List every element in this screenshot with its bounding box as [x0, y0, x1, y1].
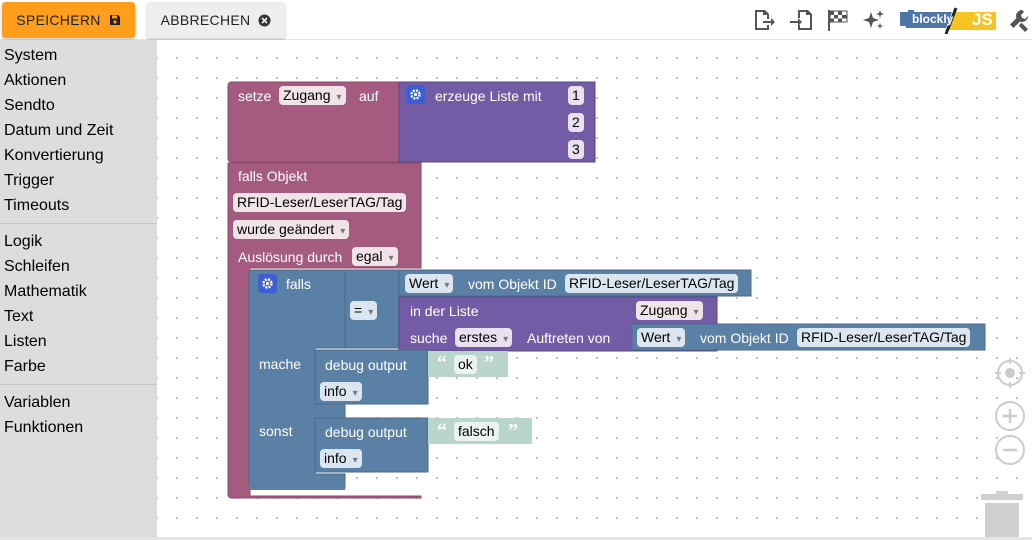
blockly-editor: SPEICHERN ABBRECHEN blockly JS System Ak… — [0, 0, 1032, 540]
variable-dropdown[interactable]: Zugang — [279, 86, 346, 105]
debug-level-dropdown-2[interactable]: info — [320, 449, 362, 468]
else-label: sonst — [259, 423, 293, 439]
list-item-1[interactable]: 1 — [568, 86, 584, 105]
in-list-label: in der Liste — [410, 303, 479, 319]
text-value-falsch[interactable]: falsch — [454, 422, 499, 441]
gear-icon[interactable] — [406, 85, 425, 104]
compare-operator-dropdown[interactable]: = — [350, 301, 378, 320]
close-quote-icon: ” — [508, 420, 518, 442]
attribute-dropdown-2[interactable]: Wert — [637, 328, 686, 347]
trigger-type-label: Auslösung durch — [238, 249, 343, 265]
get-value-label: vom Objekt ID — [468, 276, 557, 292]
get-value-object-id-2[interactable]: RFID-Leser/LeserTAG/Tag — [797, 328, 971, 347]
trigger-object-id[interactable]: RFID-Leser/LeserTAG/Tag — [233, 193, 407, 212]
attribute-dropdown[interactable]: Wert — [405, 274, 454, 293]
list-item-3[interactable]: 3 — [568, 140, 584, 159]
trigger-label: falls Objekt — [238, 168, 308, 184]
target-icon[interactable] — [994, 357, 1026, 389]
set-suffix: auf — [359, 88, 379, 104]
zoom-in-icon[interactable] — [994, 400, 1026, 432]
find-label: suche — [410, 330, 448, 346]
find-mode-dropdown[interactable]: erstes — [455, 328, 513, 347]
gear-icon[interactable] — [258, 274, 277, 293]
trigger-condition-dropdown[interactable]: wurde geändert — [233, 220, 350, 239]
create-list-label: erzeuge Liste mit — [435, 88, 542, 104]
if-label: falls — [286, 276, 311, 292]
set-prefix: setze — [238, 88, 272, 104]
list-item-2[interactable]: 2 — [568, 113, 584, 132]
debug-label: debug output — [325, 357, 407, 373]
occurrence-label: Auftreten von — [527, 330, 611, 346]
get-value-object-id[interactable]: RFID-Leser/LeserTAG/Tag — [565, 274, 739, 293]
open-quote-icon: “ — [437, 352, 447, 374]
block-shapes — [227, 81, 986, 499]
trigger-type-dropdown[interactable]: egal — [352, 247, 398, 266]
open-quote-icon: “ — [437, 420, 447, 442]
debug-label-2: debug output — [325, 424, 407, 440]
do-label: mache — [259, 356, 302, 372]
list-variable-dropdown[interactable]: Zugang — [636, 301, 703, 320]
trash-icon[interactable] — [980, 490, 1024, 537]
close-quote-icon: ” — [484, 352, 494, 374]
get-value-label-2: vom Objekt ID — [700, 330, 789, 346]
text-value-ok[interactable]: ok — [454, 355, 477, 374]
debug-level-dropdown[interactable]: info — [320, 382, 362, 401]
zoom-out-icon[interactable] — [994, 434, 1026, 466]
